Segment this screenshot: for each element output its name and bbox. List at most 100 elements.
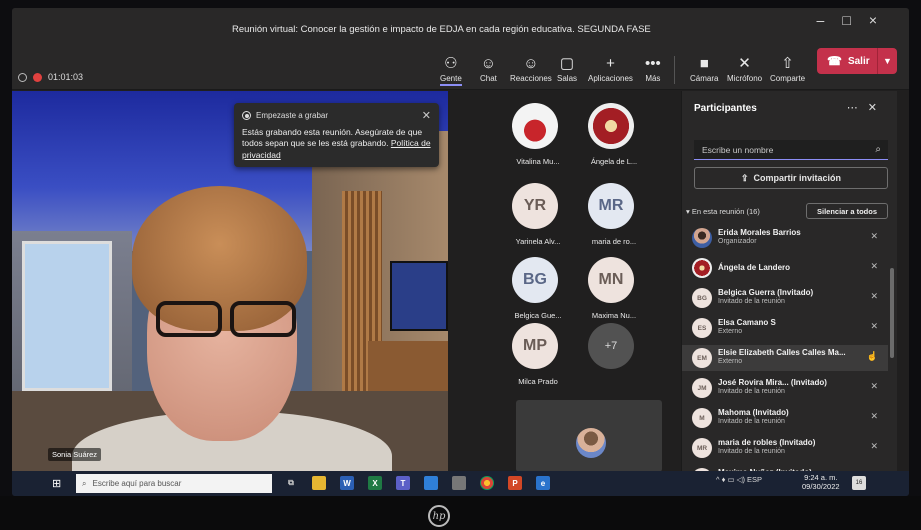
excel-icon[interactable]: X xyxy=(368,476,382,490)
search-icon: ⌕ xyxy=(82,478,87,488)
title-bar: Reunión virtual: Conocer la gestión e im… xyxy=(12,8,909,42)
file-explorer-icon[interactable] xyxy=(312,476,326,490)
mic-off-icon: ✕ xyxy=(870,411,878,421)
gallery-tile[interactable]: MN Maxima Nu... xyxy=(572,257,652,329)
speaker-name-tag: Sonia Suárez xyxy=(48,448,102,461)
notifications-icon[interactable]: 16 xyxy=(852,476,866,490)
share-icon: ⇪ xyxy=(740,172,749,183)
recording-dot-icon xyxy=(33,72,42,82)
mic-off-icon: ✕ xyxy=(870,441,878,451)
gallery-tile[interactable]: Vitalina Mu... xyxy=(496,103,576,175)
glasses xyxy=(150,301,300,337)
gallery-tile[interactable]: Ángela de L... xyxy=(572,103,652,175)
cursor-hand-icon: ☝ xyxy=(866,351,878,361)
rooms-button[interactable]: ▢ Salas xyxy=(557,54,577,83)
phone-hangup-icon: ☎ xyxy=(827,54,842,68)
participant-row[interactable]: BG Belgica Guerra (Invitado) Invitado de… xyxy=(682,285,888,311)
share-invite-button[interactable]: ⇪ Compartir invitación xyxy=(694,167,888,189)
participant-row[interactable]: Erida Morales Barrios Organizador ✕ xyxy=(682,225,888,251)
participant-row[interactable]: JM José Rovira Mira... (Invitado) Invita… xyxy=(682,375,888,401)
camera-button[interactable]: ■ Cámara xyxy=(690,54,718,83)
close-window-button[interactable]: × xyxy=(869,12,895,28)
more-icon: ••• xyxy=(645,55,661,72)
avatar xyxy=(588,103,634,149)
windows-start-icon[interactable]: ⊞ xyxy=(52,477,61,490)
search-icon: ⌕ xyxy=(875,144,881,155)
avatar xyxy=(512,103,558,149)
recording-notification: Empezaste a grabar ✕ Estás grabando esta… xyxy=(234,103,439,167)
gallery-tile[interactable]: BG Belgica Gue... xyxy=(496,257,576,329)
avatar xyxy=(692,228,712,248)
mic-off-icon: ✕ xyxy=(870,321,878,331)
apps-icon: + xyxy=(606,55,615,72)
meeting-toolbar: 01:01:03 ⚇ Gente ☺ Chat ☺ Reacciones ▢ S… xyxy=(12,42,909,90)
apps-button[interactable]: + Aplicaciones xyxy=(588,54,633,83)
teams-icon[interactable]: T xyxy=(396,476,410,490)
mail-icon[interactable] xyxy=(424,476,438,490)
panel-title: Participantes xyxy=(694,103,757,114)
chrome-icon[interactable] xyxy=(480,476,494,490)
monitor-screen: Reunión virtual: Conocer la gestión e im… xyxy=(12,8,909,496)
minimize-button[interactable]: – xyxy=(817,12,843,28)
panel-controls: ⋯✕ xyxy=(847,101,887,114)
mic-off-icon: ✕ xyxy=(738,55,751,72)
more-options-icon[interactable]: ⋯ xyxy=(847,102,868,114)
record-icon xyxy=(242,111,251,120)
avatar: M xyxy=(692,408,712,428)
gallery-tile[interactable]: MP Milca Prado xyxy=(496,323,576,395)
in-meeting-section[interactable]: ▾ En esta reunión (16) xyxy=(686,207,760,216)
participant-row[interactable]: M Mahoma (Invitado) Invitado de la reuni… xyxy=(682,405,888,431)
avatar: BG xyxy=(512,257,558,303)
chevron-down-icon[interactable]: ▼ xyxy=(877,48,897,74)
info-icon[interactable] xyxy=(18,72,27,82)
participant-list-scrollbar[interactable] xyxy=(890,268,894,358)
microphone-button[interactable]: ✕ Micrófono xyxy=(727,54,762,83)
reactions-icon: ☺ xyxy=(523,55,539,72)
participant-row[interactable]: EM Elsie Elizabeth Calles Calles Ma... E… xyxy=(682,345,888,371)
taskbar-search-input[interactable]: ⌕ Escribe aquí para buscar xyxy=(76,474,272,493)
task-view-icon[interactable]: ⧉ xyxy=(284,476,298,490)
maximize-button[interactable]: □ xyxy=(842,12,868,28)
people-button[interactable]: ⚇ Gente xyxy=(440,54,462,86)
taskbar-clock[interactable]: 9:24 a. m. 09/30/2022 xyxy=(802,473,840,492)
close-panel-icon[interactable]: ✕ xyxy=(868,102,887,114)
self-view xyxy=(516,400,662,472)
people-icon: ⚇ xyxy=(444,55,458,72)
chat-button[interactable]: ☺ Chat xyxy=(480,54,497,83)
hp-logo: hp xyxy=(428,505,450,527)
mute-all-button[interactable]: Silenciar a todos xyxy=(806,203,888,219)
avatar: BG xyxy=(692,288,712,308)
reactions-button[interactable]: ☺ Reacciones xyxy=(510,54,552,83)
mic-off-icon: ✕ xyxy=(870,291,878,301)
powerpoint-icon[interactable]: P xyxy=(508,476,522,490)
gallery-tile[interactable]: YR Yarinela Alv... xyxy=(496,183,576,255)
participant-row[interactable]: ES Elsa Camano S Externo ✕ xyxy=(682,315,888,341)
window-title: Reunión virtual: Conocer la gestión e im… xyxy=(232,24,651,35)
mic-off-icon: ✕ xyxy=(870,381,878,391)
avatar: EM xyxy=(692,348,712,368)
camera-off-icon: ■ xyxy=(699,55,709,72)
more-button[interactable]: ••• Más xyxy=(645,54,661,83)
system-tray[interactable]: ^ ♦ ▭ ◁) ESP xyxy=(716,475,762,484)
printer-icon[interactable] xyxy=(452,476,466,490)
participant-row[interactable]: MR maria de robles (Invitado) Invitado d… xyxy=(682,435,888,461)
gallery-tile[interactable]: MR maria de ro... xyxy=(572,183,652,255)
avatar xyxy=(576,428,606,458)
avatar: JM xyxy=(692,378,712,398)
toolbar-divider xyxy=(674,56,675,84)
rooms-icon: ▢ xyxy=(559,55,575,72)
participants-panel: Participantes ⋯✕ Escribe un nombre ⌕ ⇪ C… xyxy=(681,91,897,488)
edge-icon[interactable]: e xyxy=(536,476,550,490)
more-participants-tile[interactable]: +7 xyxy=(572,323,652,395)
avatar: YR xyxy=(512,183,558,229)
participant-row[interactable]: Ángela de Landero ✕ xyxy=(682,255,888,281)
leave-button[interactable]: ☎ Salir ▼ xyxy=(817,48,897,74)
avatar: MP xyxy=(512,323,558,369)
window-controls: –□× xyxy=(817,12,895,28)
word-icon[interactable]: W xyxy=(340,476,354,490)
mic-off-icon: ✕ xyxy=(870,261,878,271)
close-icon[interactable]: ✕ xyxy=(422,109,431,122)
meeting-timer: 01:01:03 xyxy=(48,72,84,82)
participant-search-input[interactable]: Escribe un nombre ⌕ xyxy=(694,140,888,160)
share-button[interactable]: ⇧ Comparte xyxy=(770,54,805,83)
